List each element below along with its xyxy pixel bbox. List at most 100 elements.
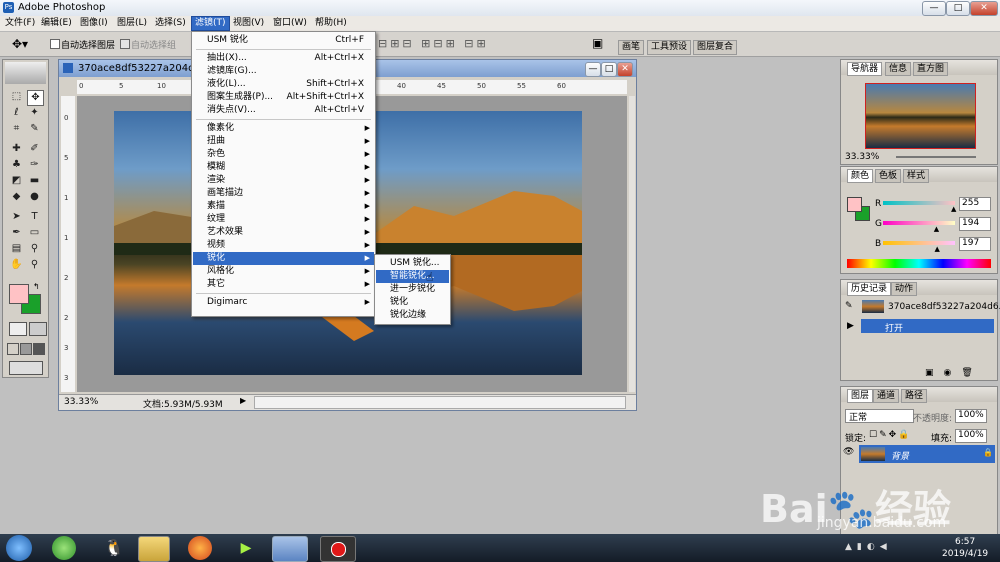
tab-brushes[interactable]: 画笔	[618, 40, 645, 55]
pen-tool-icon[interactable]: ✒	[9, 226, 24, 240]
filter-menu-item[interactable]: 锐化 ▶	[193, 252, 374, 265]
taskbar-record-button[interactable]	[320, 536, 356, 562]
foreground-color-swatch[interactable]	[9, 284, 29, 304]
filter-menu-item[interactable]: 液化(L)... Shift+Ctrl+X	[193, 78, 374, 91]
filter-menu-item[interactable]: 画笔描边 ▶	[193, 187, 374, 200]
blue-slider-thumb[interactable]: ▲	[934, 245, 939, 253]
tab-layer-comps[interactable]: 图层复合	[693, 40, 738, 55]
menu-edit[interactable]: 编辑(E)	[38, 17, 75, 30]
menu-image[interactable]: 图像(I)	[77, 17, 111, 30]
filter-menu-item[interactable]: 视频 ▶	[193, 239, 374, 252]
notes-tool-icon[interactable]: ▤	[9, 242, 24, 256]
menu-select[interactable]: 选择(S)	[152, 17, 189, 30]
tab-styles[interactable]: 样式	[903, 169, 930, 183]
tab-actions[interactable]: 动作	[891, 282, 918, 296]
filter-menu-item[interactable]: Digimarc ▶	[193, 296, 374, 309]
red-value[interactable]: 255	[959, 197, 991, 211]
shape-tool-icon[interactable]: ▭	[27, 226, 42, 240]
healing-brush-icon[interactable]: ✚	[9, 142, 24, 156]
sharpen-submenu-item[interactable]: 智能锐化...	[376, 270, 449, 283]
red-slider-thumb[interactable]: ▲	[951, 205, 956, 213]
menu-filter[interactable]: 滤镜(T)	[191, 16, 230, 31]
eraser-tool-icon[interactable]: ◩	[9, 174, 24, 188]
hand-tool-icon[interactable]: ✋	[9, 258, 24, 272]
auto-select-group-checkbox[interactable]	[120, 39, 130, 49]
tab-history[interactable]: 历史记录	[847, 282, 892, 296]
tab-info[interactable]: 信息	[885, 62, 912, 76]
clone-stamp-icon[interactable]: ♣	[9, 158, 24, 172]
vertical-scrollbar[interactable]	[629, 96, 635, 392]
crop-tool-icon[interactable]: ⌗	[9, 122, 24, 136]
taskbar-firefox-icon[interactable]	[188, 536, 212, 560]
filter-menu-item[interactable]: 模糊 ▶	[193, 161, 374, 174]
zoom-tool-icon[interactable]: ⚲	[27, 258, 42, 272]
clock-date[interactable]: 2019/4/19	[942, 549, 988, 559]
navigator-thumbnail[interactable]	[865, 83, 976, 149]
magic-wand-icon[interactable]: ✦	[27, 106, 42, 120]
fill-field[interactable]: 100%	[955, 429, 987, 443]
horizontal-scrollbar[interactable]	[254, 396, 626, 409]
menu-help[interactable]: 帮助(H)	[312, 17, 350, 30]
history-step-row[interactable]: 打开	[861, 319, 994, 334]
tab-color[interactable]: 颜色	[847, 169, 874, 183]
brush-tool-icon[interactable]: ✐	[27, 142, 42, 156]
minimize-button[interactable]: —	[922, 1, 946, 16]
layer-visibility-eye-icon[interactable]: 👁	[843, 447, 857, 461]
blur-tool-icon[interactable]: ◆	[9, 190, 24, 204]
screen-mode-2-icon[interactable]	[20, 343, 32, 355]
clock-time[interactable]: 6:57	[955, 537, 975, 547]
eyedropper-icon[interactable]: ⚲	[27, 242, 42, 256]
filter-menu-item[interactable]: 抽出(X)... Alt+Ctrl+X	[193, 52, 374, 65]
navigator-zoom[interactable]: 33.33%	[845, 152, 879, 162]
history-brush-icon[interactable]: ✑	[27, 158, 42, 172]
filter-menu-item[interactable]: USM 锐化 Ctrl+F	[193, 34, 374, 47]
tab-paths[interactable]: 路径	[901, 389, 928, 403]
filter-menu-item[interactable]: 艺术效果 ▶	[193, 226, 374, 239]
layer-row-background[interactable]: 背景 🔒	[859, 445, 995, 463]
marquee-tool-icon[interactable]: ⬚	[9, 90, 24, 104]
gradient-tool-icon[interactable]: ▬	[27, 174, 42, 188]
taskbar-browser-icon[interactable]	[52, 536, 76, 560]
menu-view[interactable]: 视图(V)	[230, 17, 267, 30]
menu-layer[interactable]: 图层(L)	[114, 17, 150, 30]
filter-menu-item[interactable]: 渲染 ▶	[193, 174, 374, 187]
zoom-level[interactable]: 33.33%	[64, 397, 98, 407]
blend-mode-select[interactable]: 正常	[845, 409, 914, 423]
doc-close-button[interactable]: ✕	[617, 62, 633, 77]
sharpen-submenu-item[interactable]: 进一步锐化	[376, 283, 449, 296]
path-select-icon[interactable]: ➤	[9, 210, 24, 224]
auto-select-layer-checkbox[interactable]	[50, 39, 60, 49]
sharpen-submenu-item[interactable]: USM 锐化...	[376, 257, 449, 270]
filter-menu-item[interactable]: 像素化 ▶	[193, 122, 374, 135]
menu-window[interactable]: 窗口(W)	[270, 17, 310, 30]
taskbar-photoshop-icon[interactable]	[272, 536, 308, 562]
swap-colors-icon[interactable]: ↰	[33, 282, 40, 291]
opacity-field[interactable]: 100%	[955, 409, 987, 423]
filter-menu-item[interactable]: 风格化 ▶	[193, 265, 374, 278]
color-spectrum-bar[interactable]	[847, 259, 991, 268]
green-value[interactable]: 194	[959, 217, 991, 231]
tab-layers[interactable]: 图层	[847, 389, 874, 403]
standard-mode-icon[interactable]	[9, 322, 27, 336]
dodge-tool-icon[interactable]: ●	[27, 190, 42, 204]
taskbar-player-icon[interactable]: ▶	[232, 536, 260, 560]
navigator-zoom-slider[interactable]	[896, 156, 976, 158]
tab-tool-presets[interactable]: 工具预设	[647, 40, 692, 55]
filter-menu-item[interactable]: 滤镜库(G)...	[193, 65, 374, 78]
move-tool-icon[interactable]: ✥▾	[12, 37, 28, 51]
doc-maximize-button[interactable]: □	[601, 62, 617, 77]
close-button[interactable]: ✕	[970, 1, 998, 16]
start-button[interactable]	[6, 535, 32, 561]
filter-menu-item[interactable]: 纹理 ▶	[193, 213, 374, 226]
green-slider[interactable]	[883, 221, 955, 225]
maximize-button[interactable]: □	[946, 1, 970, 16]
quick-mask-icon[interactable]	[29, 322, 47, 336]
sharpen-submenu-item[interactable]: 锐化边缘	[376, 309, 449, 322]
filter-menu-item[interactable]: 扭曲 ▶	[193, 135, 374, 148]
doc-minimize-button[interactable]: —	[585, 62, 601, 77]
filter-menu-item[interactable]: 消失点(V)... Alt+Ctrl+V	[193, 104, 374, 117]
history-buttons-icons[interactable]: ▣◉🗑	[925, 368, 983, 378]
tray-icons[interactable]: ▲▮◐◀	[845, 542, 892, 552]
align-icons[interactable]: ⊟⊞⊟ ⊞⊟⊞ ⊟⊞	[378, 37, 489, 50]
filter-menu-item[interactable]: 素描 ▶	[193, 200, 374, 213]
